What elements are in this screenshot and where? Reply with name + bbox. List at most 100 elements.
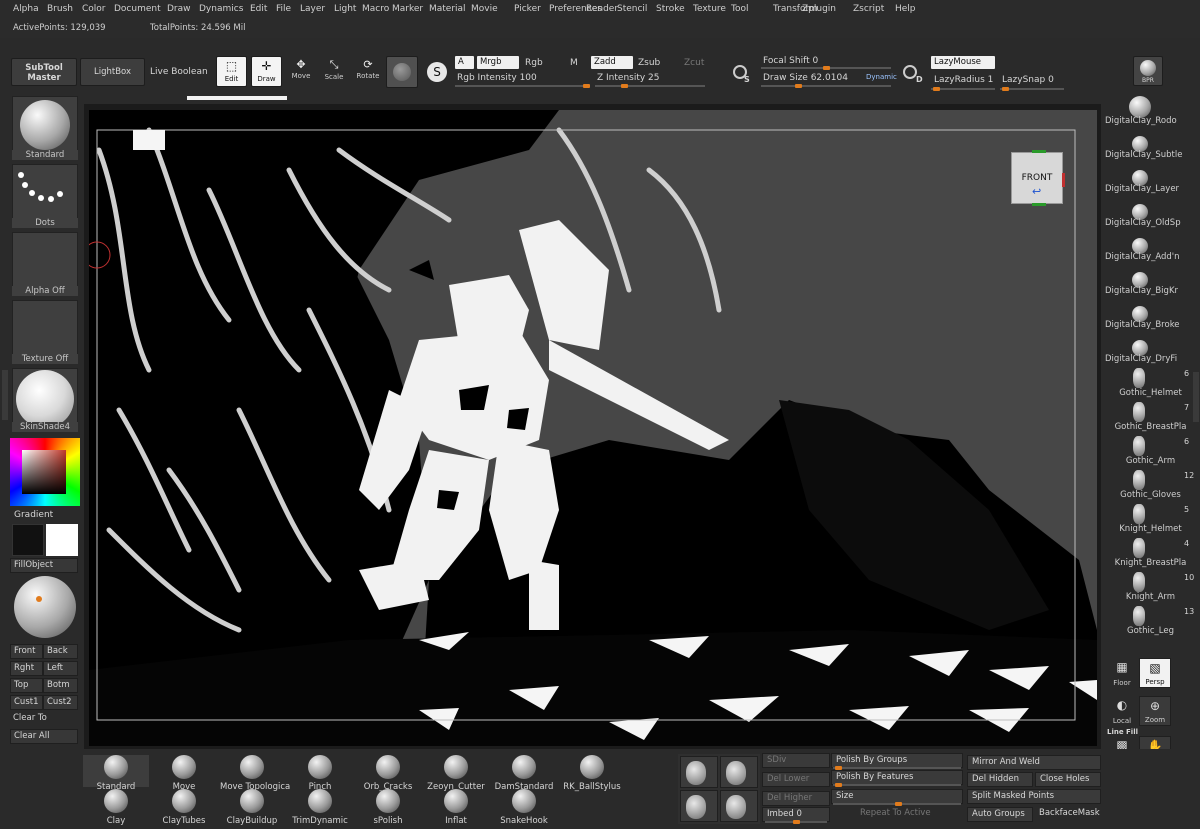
- left-tray-handle[interactable]: [2, 370, 8, 420]
- digitalclay-brush-item[interactable]: DigitalClay_Layer: [1101, 164, 1200, 198]
- sdiv-slider[interactable]: SDiv: [762, 753, 830, 768]
- brush-trimdynamic[interactable]: TrimDynamic: [288, 789, 352, 826]
- clear-all-button[interactable]: Clear All: [10, 729, 78, 744]
- menu-layer[interactable]: Layer: [300, 4, 325, 14]
- menu-file[interactable]: File: [276, 4, 291, 14]
- lazy-icon[interactable]: [903, 65, 917, 79]
- light-bottom-button[interactable]: Botm: [43, 678, 78, 693]
- brush-inflat[interactable]: Inflat: [424, 789, 488, 826]
- alpha-selector[interactable]: [12, 232, 78, 294]
- backface-mask-button[interactable]: BackfaceMask: [1035, 807, 1101, 822]
- dynamic-toggle[interactable]: Dynamic: [866, 73, 897, 81]
- s-curve-icon[interactable]: S: [427, 62, 447, 82]
- mirror-and-weld-button[interactable]: Mirror And Weld: [967, 755, 1101, 770]
- brush-spolish[interactable]: sPolish: [356, 789, 420, 826]
- brush-claytubes[interactable]: ClayTubes: [152, 789, 216, 826]
- menu-stencil[interactable]: Stencil: [617, 4, 647, 14]
- rgb-button[interactable]: Rgb: [525, 58, 543, 68]
- digitalclay-brush-item[interactable]: DigitalClay_Subtle: [1101, 130, 1200, 164]
- line-fill-label[interactable]: Line Fill: [1107, 728, 1138, 736]
- menu-stroke[interactable]: Stroke: [656, 4, 685, 14]
- light-top-button[interactable]: Top: [10, 678, 43, 693]
- zsub-button[interactable]: Zsub: [638, 58, 660, 68]
- menu-macro[interactable]: Macro: [362, 4, 389, 14]
- rgb-intensity-slider[interactable]: [455, 84, 590, 88]
- lazymouse-button[interactable]: LazyMouse: [931, 56, 995, 69]
- light-cust1-button[interactable]: Cust1: [10, 695, 43, 710]
- matcap-sphere[interactable]: [14, 576, 76, 638]
- menu-draw[interactable]: Draw: [167, 4, 191, 14]
- menu-light[interactable]: Light: [334, 4, 356, 14]
- digitalclay-brush-item[interactable]: DigitalClay_BigKr: [1101, 266, 1200, 300]
- light-cust2-button[interactable]: Cust2: [43, 695, 78, 710]
- zoom-button[interactable]: ⊕ Zoom: [1139, 696, 1171, 726]
- menu-tool[interactable]: Tool: [731, 4, 748, 14]
- light-back-button[interactable]: Back: [43, 644, 78, 659]
- menu-texture[interactable]: Texture: [693, 4, 726, 14]
- subtool-item[interactable]: 12 Gothic_Gloves: [1101, 468, 1200, 502]
- split-masked-points-button[interactable]: Split Masked Points: [967, 789, 1101, 804]
- digitalclay-brush-item[interactable]: DigitalClay_Add'n: [1101, 232, 1200, 266]
- document-canvas[interactable]: FRONT ↩: [89, 110, 1097, 746]
- menu-picker[interactable]: Picker: [514, 4, 541, 14]
- light-front-button[interactable]: Front: [10, 644, 43, 659]
- brush-claybuildup[interactable]: ClayBuildup: [220, 789, 284, 826]
- brush-standard[interactable]: Standard: [84, 755, 148, 792]
- del-higher-button[interactable]: Del Higher: [762, 791, 830, 806]
- auto-groups-button[interactable]: Auto Groups: [967, 807, 1033, 822]
- polish-by-features-slider[interactable]: Polish By Features: [831, 770, 963, 785]
- head-thumb-1[interactable]: [680, 756, 718, 788]
- brush-move-topologica[interactable]: Move Topologica: [220, 755, 290, 792]
- z-intensity-slider[interactable]: [595, 84, 705, 88]
- menu-color[interactable]: Color: [82, 4, 106, 14]
- live-boolean-button[interactable]: Live Boolean: [150, 67, 208, 77]
- digitalclay-brush-item[interactable]: DigitalClay_Rodo: [1101, 96, 1200, 130]
- stroke-selector[interactable]: [12, 164, 78, 226]
- subtool-item[interactable]: 4 Knight_BreastPla: [1101, 536, 1200, 570]
- draw-size-slider[interactable]: [761, 84, 891, 88]
- persp-button[interactable]: ▧ Persp: [1139, 658, 1171, 688]
- m-button[interactable]: M: [570, 58, 578, 68]
- subtool-item[interactable]: 5 Knight_Helmet: [1101, 502, 1200, 536]
- brush-snakehook[interactable]: SnakeHook: [492, 789, 556, 826]
- brush-move[interactable]: Move: [152, 755, 216, 792]
- right-tray-handle[interactable]: [1193, 372, 1199, 422]
- menu-zplugin[interactable]: Zplugin: [802, 4, 836, 14]
- menu-zscript[interactable]: Zscript: [853, 4, 884, 14]
- bpr-button[interactable]: BPR: [1133, 56, 1163, 86]
- del-hidden-button[interactable]: Del Hidden: [967, 772, 1033, 787]
- brush-zeoyn-cutter[interactable]: Zeoyn_Cutter: [424, 755, 488, 792]
- menu-movie[interactable]: Movie: [471, 4, 498, 14]
- draw-mode-button[interactable]: ✛ Draw: [251, 56, 282, 87]
- mrgb-button[interactable]: Mrgb: [477, 56, 519, 69]
- a-field[interactable]: A: [455, 56, 474, 69]
- subtool-item[interactable]: 13 Gothic_Leg: [1101, 604, 1200, 638]
- menu-marker[interactable]: Marker: [392, 4, 423, 14]
- subtool-item[interactable]: 6 Gothic_Arm: [1101, 434, 1200, 468]
- focal-shift-slider[interactable]: [761, 66, 891, 70]
- zadd-button[interactable]: Zadd: [591, 56, 633, 69]
- head-thumb-4[interactable]: [720, 790, 758, 822]
- scale-mode-button[interactable]: ⤡ Scale: [318, 58, 350, 90]
- color-picker[interactable]: [10, 438, 80, 506]
- head-thumb-2[interactable]: [720, 756, 758, 788]
- zcut-button[interactable]: Zcut: [684, 58, 704, 68]
- menu-render[interactable]: Render: [586, 4, 618, 14]
- close-holes-button[interactable]: Close Holes: [1035, 772, 1101, 787]
- repeat-to-active-button[interactable]: Repeat To Active: [856, 807, 963, 822]
- light-position-dot[interactable]: [36, 596, 42, 602]
- clear-to-button[interactable]: Clear To: [10, 712, 78, 727]
- color-square[interactable]: [22, 450, 66, 494]
- floor-button[interactable]: ▦ Floor: [1106, 658, 1138, 688]
- del-lower-button[interactable]: Del Lower: [762, 772, 830, 787]
- lazy-radius-slider[interactable]: [931, 87, 995, 91]
- menu-material[interactable]: Material: [429, 4, 466, 14]
- menu-alpha[interactable]: Alpha: [13, 4, 39, 14]
- material-sphere-button[interactable]: [386, 56, 418, 88]
- brush-orb-cracks[interactable]: Orb_Cracks: [356, 755, 420, 792]
- material-selector[interactable]: [12, 368, 78, 430]
- texture-selector[interactable]: [12, 300, 78, 362]
- light-left-button[interactable]: Left: [43, 661, 78, 676]
- local-button[interactable]: ◐ Local: [1106, 696, 1138, 726]
- rotate-mode-button[interactable]: ⟳ Rotate: [352, 58, 384, 90]
